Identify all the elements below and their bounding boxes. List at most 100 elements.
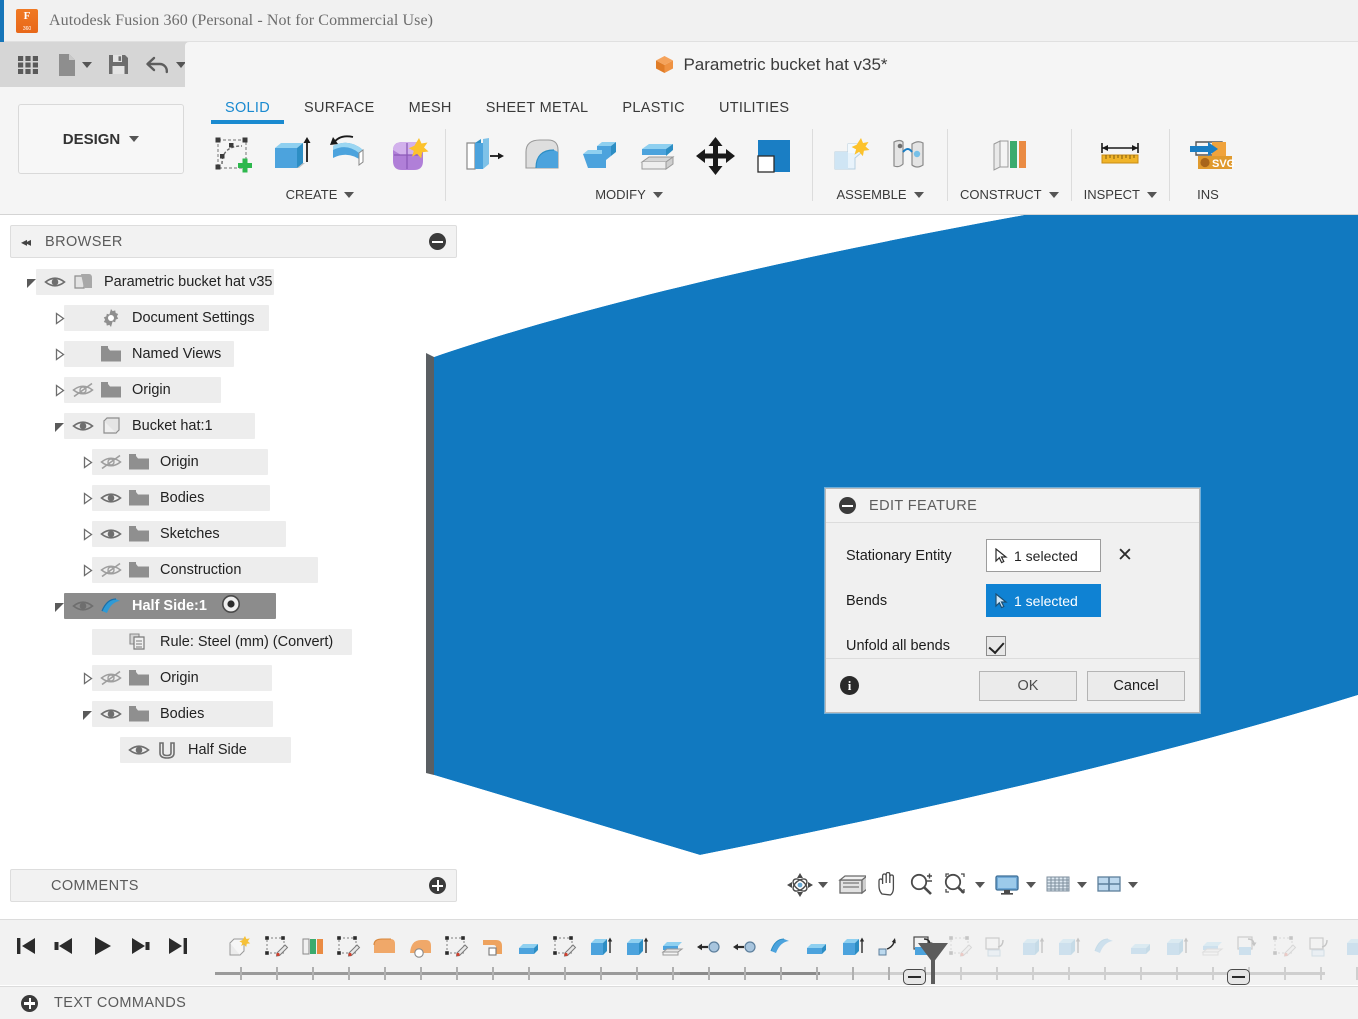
save-button[interactable] [101, 46, 136, 84]
visibility-eye-icon[interactable] [68, 598, 98, 614]
tab-surface[interactable]: SURFACE [287, 97, 392, 124]
create-sketch-icon[interactable] [207, 130, 259, 182]
browser-node-origin[interactable]: Origin [0, 372, 460, 408]
timeline-feature-flange-2[interactable] [1087, 929, 1123, 969]
tab-mesh[interactable]: MESH [392, 97, 469, 124]
visibility-eye-off-icon[interactable] [96, 454, 126, 470]
ribbon-group-inspect-label[interactable]: INSPECT [1084, 187, 1157, 202]
browser-node-bodies[interactable]: Bodies [0, 696, 460, 732]
timeline-feature-shell[interactable] [511, 929, 547, 969]
bends-selection-field[interactable]: 1 selected [986, 584, 1101, 617]
visibility-eye-icon[interactable] [40, 274, 70, 290]
expander-expand-triangle-icon[interactable] [50, 311, 68, 325]
comments-plus-circle-icon[interactable] [429, 877, 446, 894]
timeline-feature-extrude-5[interactable] [1015, 929, 1051, 969]
expander-expand-triangle-icon[interactable] [78, 671, 96, 685]
unfold-all-bends-checkbox[interactable] [986, 635, 1006, 656]
timeline-feature-sketch-3[interactable] [439, 929, 475, 969]
timeline-feature-new-component[interactable] [223, 929, 259, 969]
timeline-feature-extrude-7[interactable] [1159, 929, 1195, 969]
measure-ruler-icon[interactable] [1094, 130, 1146, 182]
ribbon-group-construct-label[interactable]: CONSTRUCT [960, 187, 1059, 202]
form-icon[interactable] [381, 130, 433, 182]
orbit-button[interactable] [783, 872, 830, 898]
align-icon[interactable] [748, 130, 800, 182]
browser-node-origin[interactable]: Origin [0, 444, 460, 480]
timeline-feature-refold[interactable] [979, 929, 1015, 969]
ok-button[interactable]: OK [979, 670, 1077, 701]
timeline-feature-revolve[interactable] [475, 929, 511, 969]
timeline-track[interactable] [215, 972, 1325, 975]
expander-collapse-triangle-icon[interactable] [50, 420, 68, 433]
app-grid-button[interactable] [10, 46, 46, 84]
expander-expand-triangle-icon[interactable] [50, 347, 68, 361]
clear-selection-close-x-icon[interactable]: ✕ [1117, 546, 1133, 565]
browser-minus-circle-icon[interactable] [429, 233, 446, 250]
browser-node-construction[interactable]: Construction [0, 552, 460, 588]
timeline-feature-mirror-1[interactable] [691, 929, 727, 969]
look-at-button[interactable] [834, 872, 868, 898]
ribbon-group-assemble-label[interactable]: ASSEMBLE [836, 187, 924, 202]
timeline-feature-extrude-4[interactable] [835, 929, 871, 969]
ribbon-group-modify-label[interactable]: MODIFY [595, 187, 663, 202]
timeline-feature-plane[interactable] [295, 929, 331, 969]
tab-solid[interactable]: SOLID [208, 97, 287, 124]
timeline-feature-unfold-2[interactable] [1231, 929, 1267, 969]
visibility-eye-icon[interactable] [96, 526, 126, 542]
browser-node-named-views[interactable]: Named Views [0, 336, 460, 372]
fillet-icon[interactable] [516, 130, 568, 182]
collapse-left-icon[interactable]: ◂◂ [21, 235, 31, 249]
browser-node-half-side-1[interactable]: Half Side:1 [0, 588, 460, 624]
timeline-feature-flange-1[interactable] [763, 929, 799, 969]
undo-button[interactable] [140, 46, 191, 84]
play-button[interactable] [88, 932, 116, 960]
orbit-chevron-down-icon[interactable] [818, 882, 828, 888]
offset-plane-icon[interactable] [983, 130, 1035, 182]
timeline-feature-sketch-4[interactable] [547, 929, 583, 969]
info-circle-icon[interactable]: i [840, 676, 859, 695]
fit-button[interactable] [940, 872, 987, 898]
timeline-feature-sketch-2[interactable] [331, 929, 367, 969]
timeline-feature-extrude-2[interactable] [583, 929, 619, 969]
tab-plastic[interactable]: PLASTIC [605, 97, 702, 124]
timeline-collapse-right-minus-pill-icon[interactable] [1227, 969, 1250, 985]
viewports-button[interactable] [1093, 872, 1140, 898]
visibility-eye-icon[interactable] [68, 418, 98, 434]
offset-face-icon[interactable] [632, 130, 684, 182]
timeline-feature-shell-3[interactable] [1123, 929, 1159, 969]
zoom-button[interactable] [906, 872, 936, 898]
timeline-feature-shell-2[interactable] [799, 929, 835, 969]
fit-chevron-down-icon[interactable] [975, 882, 985, 888]
tab-sheet-metal[interactable]: SHEET METAL [469, 97, 606, 124]
expander-expand-triangle-icon[interactable] [50, 383, 68, 397]
visibility-eye-icon[interactable] [96, 706, 126, 722]
browser-node-rule-steel-mm-convert[interactable]: Rule: Steel (mm) (Convert) [0, 624, 460, 660]
visibility-eye-icon[interactable] [124, 742, 154, 758]
timeline-feature-refold-2[interactable] [1303, 929, 1339, 969]
browser-node-bodies[interactable]: Bodies [0, 480, 460, 516]
grid-snaps-button[interactable] [1042, 872, 1089, 898]
viewports-chevron-down-icon[interactable] [1128, 882, 1138, 888]
workspace-selector[interactable]: DESIGN [18, 104, 184, 174]
text-commands-plus-circle-icon[interactable] [21, 994, 38, 1012]
move-copy-icon[interactable] [690, 130, 742, 182]
timeline-feature-extrude-1[interactable] [367, 929, 403, 969]
timeline-feature-thicken[interactable] [655, 929, 691, 969]
browser-node-bucket-hat-1[interactable]: Bucket hat:1 [0, 408, 460, 444]
browser-node-parametric-bucket-hat-v35[interactable]: Parametric bucket hat v35 [0, 264, 460, 300]
timeline-track-container[interactable] [215, 923, 1358, 985]
step-forward-button[interactable] [126, 932, 154, 960]
ribbon-group-create-label[interactable]: CREATE [286, 187, 355, 202]
browser-node-half-side[interactable]: Half Side [0, 732, 460, 768]
shell-icon[interactable] [574, 130, 626, 182]
expander-expand-triangle-icon[interactable] [78, 455, 96, 469]
timeline-collapse-left-minus-pill-icon[interactable] [903, 969, 926, 985]
timeline-feature-extrude-8[interactable] [1339, 929, 1358, 969]
timeline-feature-sketch-5[interactable] [943, 929, 979, 969]
insert-svg-icon[interactable]: SVG [1182, 130, 1234, 182]
tab-utilities[interactable]: UTILITIES [702, 97, 806, 124]
go-to-end-button[interactable] [164, 932, 192, 960]
timeline-feature-bend[interactable] [871, 929, 907, 969]
display-settings-button[interactable] [991, 872, 1038, 898]
timeline-feature-extrude-3[interactable] [619, 929, 655, 969]
